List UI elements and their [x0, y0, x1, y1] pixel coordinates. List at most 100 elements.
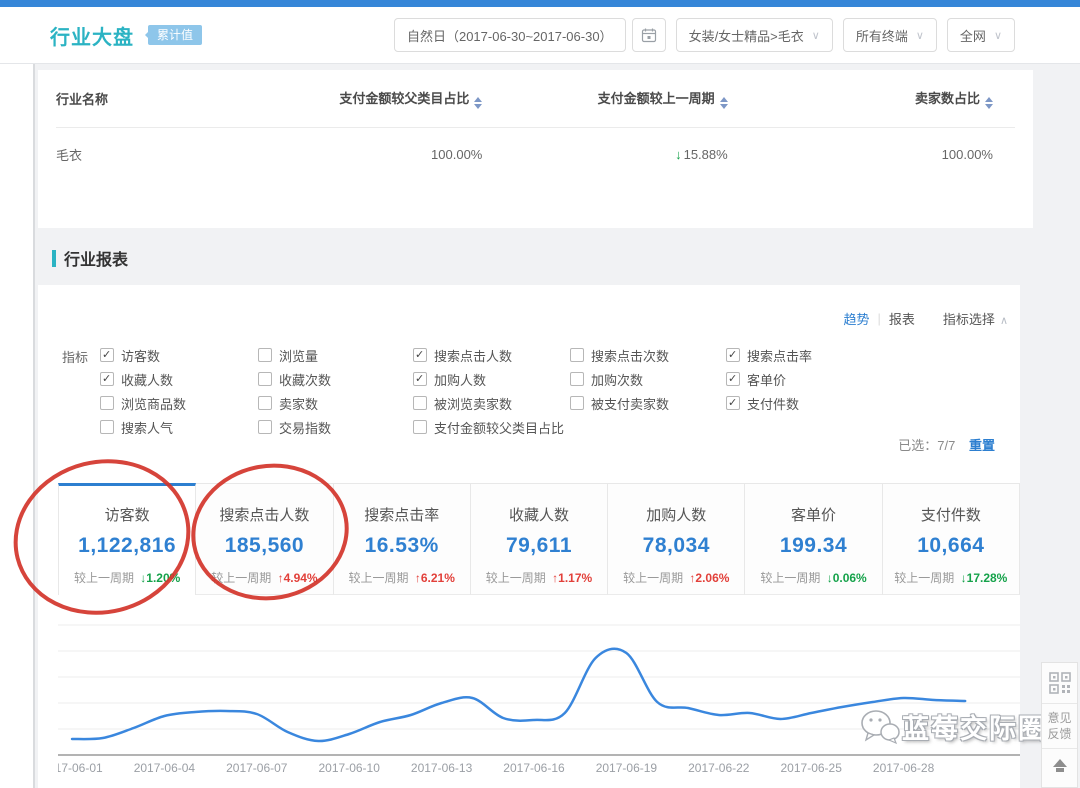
- checkbox-unchecked-icon[interactable]: [570, 372, 584, 386]
- metric-checkbox-item[interactable]: 搜索点击率: [726, 343, 812, 367]
- metric-checkbox-item[interactable]: 浏览量: [258, 343, 331, 367]
- feedback-label-line2: 反馈: [1047, 726, 1071, 742]
- metric-checkbox-label: 搜索点击率: [747, 346, 812, 365]
- wechat-icon: [858, 706, 902, 746]
- metric-checkbox-item[interactable]: 访客数: [100, 343, 186, 367]
- metric-tab-value: 199.34: [745, 534, 881, 558]
- metric-tab[interactable]: 搜索点击人数185,560较上一周期 ↑4.94%: [196, 483, 333, 595]
- metric-checkbox-label: 被浏览卖家数: [434, 394, 512, 413]
- checkbox-unchecked-icon[interactable]: [258, 372, 272, 386]
- reset-link[interactable]: 重置: [969, 438, 995, 453]
- date-range-selector[interactable]: 自然日（2017-06-30~2017-06-30）: [394, 18, 626, 52]
- view-table-link[interactable]: 报表: [889, 309, 915, 328]
- checkbox-unchecked-icon[interactable]: [258, 396, 272, 410]
- sort-icon[interactable]: [474, 97, 482, 109]
- checkbox-checked-icon[interactable]: [726, 372, 740, 386]
- checkbox-checked-icon[interactable]: [413, 348, 427, 362]
- metric-checkbox-item[interactable]: 收藏次数: [258, 367, 331, 391]
- metric-checkbox-item[interactable]: 被浏览卖家数: [413, 391, 564, 415]
- checkbox-checked-icon[interactable]: [413, 372, 427, 386]
- x-axis-tick-label: 2017-06-22: [688, 761, 750, 775]
- metric-checkbox-item[interactable]: 交易指数: [258, 415, 331, 439]
- metric-checkbox-item[interactable]: 客单价: [726, 367, 812, 391]
- metric-checkbox-item[interactable]: 搜索人气: [100, 415, 186, 439]
- metric-checkbox-item[interactable]: 搜索点击次数: [570, 343, 669, 367]
- x-axis-tick-label: 2017-06-19: [596, 761, 658, 775]
- page-header: 行业大盘 累计值 自然日（2017-06-30~2017-06-30） 女装/女…: [0, 7, 1080, 64]
- feedback-button[interactable]: 意见 反馈: [1042, 703, 1077, 748]
- checkbox-checked-icon[interactable]: [100, 348, 114, 362]
- compare-label: 较上一周期: [760, 571, 823, 585]
- metric-checkbox-item[interactable]: 搜索点击人数: [413, 343, 564, 367]
- column-header-parent-ratio[interactable]: 支付金额较父类目占比: [236, 88, 522, 109]
- metric-tab[interactable]: 支付件数10,664较上一周期 ↓17.28%: [883, 483, 1020, 595]
- checkbox-checked-icon[interactable]: [100, 372, 114, 386]
- metric-checkbox-item[interactable]: 加购次数: [570, 367, 669, 391]
- compare-label: 较上一周期: [74, 571, 137, 585]
- metric-tab-label: 客单价: [745, 504, 881, 525]
- metric-checkbox-item[interactable]: 被支付卖家数: [570, 391, 669, 415]
- metrics-picker-column: 搜索点击率客单价支付件数: [726, 343, 812, 415]
- qr-code-button[interactable]: [1042, 663, 1077, 703]
- checkbox-unchecked-icon[interactable]: [100, 420, 114, 434]
- checkbox-unchecked-icon[interactable]: [258, 420, 272, 434]
- metric-checkbox-item[interactable]: 收藏人数: [100, 367, 186, 391]
- report-section-header: 行业报表: [52, 246, 128, 270]
- back-to-top-button[interactable]: [1042, 748, 1077, 782]
- metric-select-toggle[interactable]: 指标选择∧: [943, 309, 1008, 328]
- table-row: 毛衣 100.00% ↓15.88% 100.00%: [56, 128, 1015, 180]
- metric-checkbox-item[interactable]: 浏览商品数: [100, 391, 186, 415]
- metric-tab-compare: 较上一周期 ↓17.28%: [883, 569, 1019, 586]
- checkbox-unchecked-icon[interactable]: [413, 420, 427, 434]
- metric-checkbox-item[interactable]: 卖家数: [258, 391, 331, 415]
- checkbox-checked-icon[interactable]: [726, 348, 740, 362]
- metric-tab[interactable]: 加购人数78,034较上一周期 ↑2.06%: [608, 483, 745, 595]
- metric-checkbox-item[interactable]: 支付件数: [726, 391, 812, 415]
- checkbox-unchecked-icon[interactable]: [413, 396, 427, 410]
- x-axis-tick-label: 2017-06-01: [58, 761, 103, 775]
- x-axis-tick-label: 2017-06-16: [503, 761, 565, 775]
- chevron-down-icon: ∨: [812, 29, 820, 42]
- column-header-seller-ratio[interactable]: 卖家数占比: [788, 88, 1015, 109]
- metric-tab-compare: 较上一周期 ↑4.94%: [196, 569, 332, 586]
- metric-tab-label: 搜索点击人数: [196, 504, 332, 525]
- checkbox-unchecked-icon[interactable]: [570, 396, 584, 410]
- metric-tab-value: 78,034: [608, 534, 744, 558]
- date-range-label: 自然日（2017-06-30~2017-06-30）: [407, 26, 613, 45]
- metric-tab[interactable]: 收藏人数79,611较上一周期 ↑1.17%: [471, 483, 608, 595]
- sort-icon[interactable]: [985, 97, 993, 109]
- metric-tab-compare: 较上一周期 ↑2.06%: [608, 569, 744, 586]
- metric-checkbox-label: 支付金额较父类目占比: [434, 418, 564, 437]
- checkbox-unchecked-icon[interactable]: [570, 348, 584, 362]
- left-frame-line: [33, 45, 35, 788]
- metric-tab[interactable]: 客单价199.34较上一周期 ↓0.06%: [745, 483, 882, 595]
- checkbox-unchecked-icon[interactable]: [258, 348, 272, 362]
- metric-checkbox-item[interactable]: 支付金额较父类目占比: [413, 415, 564, 439]
- selected-count-label: 已选：7/7: [898, 438, 955, 453]
- metric-checkbox-label: 浏览商品数: [121, 394, 186, 413]
- checkbox-unchecked-icon[interactable]: [100, 396, 114, 410]
- delta-up-value: ↑2.06%: [689, 571, 729, 585]
- metric-tab-compare: 较上一周期 ↑1.17%: [471, 569, 607, 586]
- calendar-button[interactable]: [632, 18, 666, 52]
- metric-tab[interactable]: 搜索点击率16.53%较上一周期 ↑6.21%: [334, 483, 471, 595]
- compare-label: 较上一周期: [894, 571, 957, 585]
- category-dropdown[interactable]: 女装/女士精品>毛衣 ∨: [676, 18, 833, 52]
- network-dropdown[interactable]: 全网 ∨: [947, 18, 1015, 52]
- metrics-picker-label: 指标: [62, 347, 88, 366]
- metric-checkbox-label: 加购人数: [434, 370, 486, 389]
- column-header-vs-prev[interactable]: 支付金额较上一周期: [522, 88, 787, 109]
- metric-tab[interactable]: 访客数1,122,816较上一周期 ↓1.20%: [58, 483, 196, 595]
- metric-tab-compare: 较上一周期 ↑6.21%: [334, 569, 470, 586]
- delta-up-value: ↑1.17%: [552, 571, 592, 585]
- industry-name-cell: 毛衣: [56, 145, 236, 164]
- view-trend-link[interactable]: 趋势: [844, 309, 870, 328]
- sort-icon[interactable]: [720, 97, 728, 109]
- metric-checkbox-item[interactable]: 加购人数: [413, 367, 564, 391]
- checkbox-checked-icon[interactable]: [726, 396, 740, 410]
- x-axis-tick-label: 2017-06-04: [134, 761, 196, 775]
- down-arrow-icon: ↓: [675, 147, 682, 162]
- metric-checkbox-label: 客单价: [747, 370, 786, 389]
- terminal-dropdown[interactable]: 所有终端 ∨: [843, 18, 937, 52]
- line-chart-svg: 2017-06-012017-06-042017-06-072017-06-10…: [58, 608, 1020, 780]
